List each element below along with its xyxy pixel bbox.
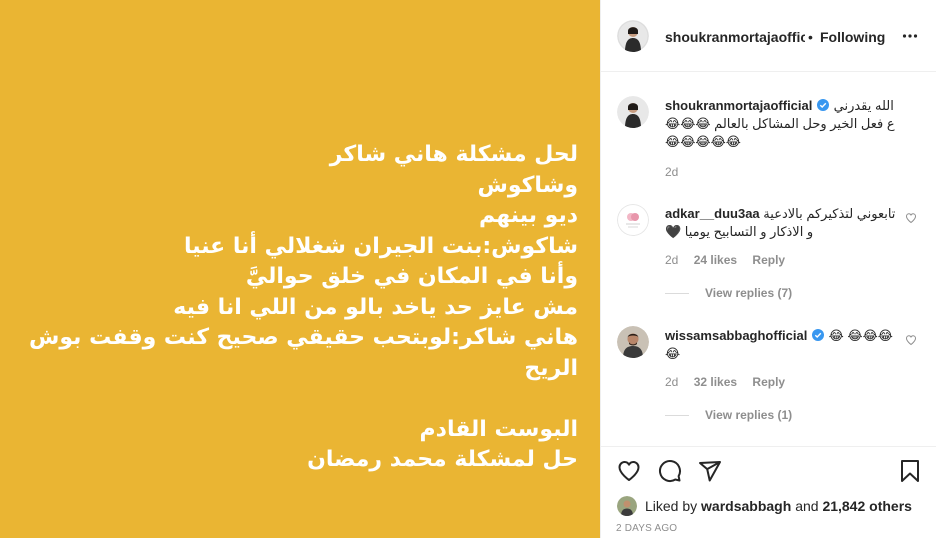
comment-time[interactable]: 2d: [665, 253, 678, 267]
post-text: لحل مشكلة هاني شاكر وشاكوش ديو بينهم شاك…: [29, 142, 578, 472]
post-timestamp[interactable]: 2 DAYS AGO: [616, 523, 677, 534]
liked-by-and: and: [795, 498, 819, 514]
more-horizontal-icon[interactable]: [902, 28, 918, 44]
caption-body: shoukranmortajaofficial الله يقدرني ع فع…: [665, 97, 905, 151]
comment-likes[interactable]: 32 likes: [694, 375, 737, 389]
liked-by-user[interactable]: wardsabbagh: [701, 498, 791, 514]
post-sidebar: shoukranmortajaofficial • Following shou…: [600, 0, 936, 538]
view-replies-button[interactable]: View replies (1): [665, 408, 792, 422]
caption-username[interactable]: shoukranmortajaofficial: [665, 98, 812, 113]
view-replies-button[interactable]: View replies (7): [665, 286, 792, 300]
divider-line: [665, 293, 689, 295]
post-image[interactable]: لحل مشكلة هاني شاكر وشاكوش ديو بينهم شاك…: [0, 0, 600, 538]
post-header: shoukranmortajaofficial • Following: [601, 0, 936, 72]
avatar[interactable]: [617, 326, 649, 358]
comment-meta: 2d 32 likes Reply: [665, 375, 797, 389]
separator-dot: •: [808, 29, 813, 45]
following-button[interactable]: Following: [820, 29, 885, 45]
divider-line: [665, 415, 689, 417]
bookmark-icon[interactable]: [898, 459, 922, 483]
comment-like-icon[interactable]: [905, 212, 917, 224]
header-username[interactable]: shoukranmortajaofficial: [665, 29, 805, 45]
avatar[interactable]: [617, 96, 649, 128]
caption-meta: 2d: [665, 165, 690, 179]
likes-summary[interactable]: Liked by wardsabbagh and 21,842 others: [617, 496, 912, 516]
comment-icon[interactable]: [658, 459, 682, 483]
heart-icon[interactable]: [617, 459, 641, 483]
comment-username[interactable]: adkar__duu3aa: [665, 206, 760, 221]
share-icon[interactable]: [698, 459, 722, 483]
comment-meta: 2d 24 likes Reply: [665, 253, 797, 267]
caption-time[interactable]: 2d: [665, 165, 678, 179]
comment-likes[interactable]: 24 likes: [694, 253, 737, 267]
comments-list: shoukranmortajaofficial الله يقدرني ع فع…: [601, 72, 936, 446]
verified-badge-icon: [817, 99, 829, 111]
comment-like-icon[interactable]: [905, 334, 917, 346]
comment-body: wissamsabbaghofficial 😂😂😂 😂😂: [665, 327, 905, 363]
avatar[interactable]: [617, 204, 649, 236]
liked-by-prefix: Liked by: [645, 498, 698, 514]
comment-body: adkar__duu3aa تابعوني لتذكيركم بالادعية …: [665, 205, 905, 241]
view-replies-label: View replies (7): [705, 286, 793, 300]
reply-button[interactable]: Reply: [752, 375, 785, 389]
liked-by-count[interactable]: 21,842 others: [822, 498, 912, 514]
reply-button[interactable]: Reply: [752, 253, 785, 267]
verified-badge-icon: [811, 329, 824, 341]
view-replies-label: View replies (1): [705, 408, 793, 422]
comment-username[interactable]: wissamsabbaghofficial: [665, 328, 807, 343]
avatar[interactable]: [617, 496, 637, 516]
avatar[interactable]: [617, 20, 649, 52]
comment-time[interactable]: 2d: [665, 375, 678, 389]
